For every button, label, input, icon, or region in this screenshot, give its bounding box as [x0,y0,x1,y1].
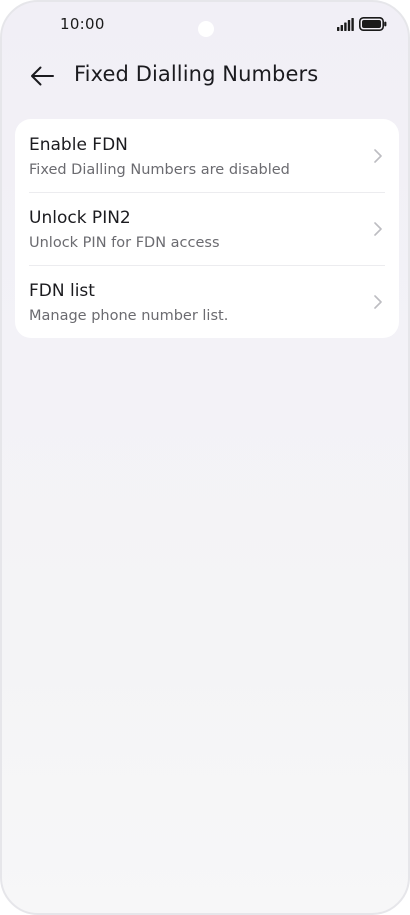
arrow-left-icon [31,66,54,86]
status-time: 10:00 [60,15,105,33]
signal-icon [337,18,354,31]
item-title: FDN list [29,281,95,301]
phone-screen: 10:00 Fixed Dialling Numbers Enable FDN … [0,0,410,915]
chevron-right-icon [374,222,382,236]
item-subtitle: Fixed Dialling Numbers are disabled [29,162,290,178]
battery-icon [359,17,387,31]
back-button[interactable] [26,60,58,92]
item-title: Enable FDN [29,135,128,155]
status-bar: 10:00 [2,2,408,48]
page-title: Fixed Dialling Numbers [74,62,319,86]
front-camera [198,21,214,37]
item-subtitle: Unlock PIN for FDN access [29,235,220,251]
item-subtitle: Manage phone number list. [29,308,229,324]
chevron-right-icon [374,149,382,163]
list-item-fdn-list[interactable]: FDN list Manage phone number list. [15,265,399,338]
item-title: Unlock PIN2 [29,208,131,228]
fdn-settings-list: Enable FDN Fixed Dialling Numbers are di… [15,119,399,338]
list-item-unlock-pin2[interactable]: Unlock PIN2 Unlock PIN for FDN access [15,192,399,265]
list-item-enable-fdn[interactable]: Enable FDN Fixed Dialling Numbers are di… [15,119,399,192]
chevron-right-icon [374,295,382,309]
app-header: Fixed Dialling Numbers [2,52,408,98]
